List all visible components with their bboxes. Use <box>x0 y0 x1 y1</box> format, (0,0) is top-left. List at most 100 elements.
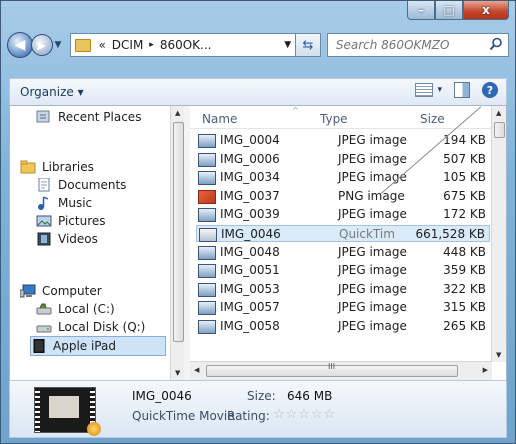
cell-name: IMG_0051 <box>220 263 280 278</box>
minimize-button[interactable]: – <box>407 1 435 20</box>
drive-q-icon <box>36 325 52 333</box>
help-button[interactable]: ? <box>482 82 498 98</box>
forward-button[interactable]: ▶ <box>30 34 53 56</box>
nav-label: Local Disk (Q:) <box>58 320 146 334</box>
breadcrumb-current[interactable]: 860OK... <box>160 38 212 52</box>
cell-type: JPEG image <box>338 244 407 259</box>
scroll-down-arrow[interactable]: ▼ <box>175 369 180 377</box>
cell-type: JPEG image <box>338 319 407 333</box>
nav-scrollbar[interactable]: ▲ ▼ <box>170 106 184 380</box>
nav-pictures[interactable]: Pictures <box>36 212 106 230</box>
cell-type: QuickTim <box>339 227 395 241</box>
nav-label: Music <box>58 196 93 210</box>
cell-type: JPEG image <box>338 263 407 278</box>
scroll-left-arrow[interactable]: ◀ <box>194 366 199 374</box>
search-box[interactable] <box>326 33 509 57</box>
cell-name: IMG_0006 <box>220 151 280 166</box>
table-row[interactable]: IMG_0037 PNG image 675 KB <box>196 188 490 205</box>
list-scroll-thumb[interactable] <box>494 122 505 138</box>
details-rating-label: Rating: <box>227 409 270 423</box>
nav-label: Apple iPad <box>53 339 116 353</box>
cell-type: JPEG image <box>338 133 407 147</box>
rating-stars[interactable]: ☆☆☆☆☆ <box>273 407 336 422</box>
address-bar[interactable]: « DCIM ▸ 860OK... ▼ <box>70 33 297 57</box>
music-icon <box>38 196 49 210</box>
table-row[interactable]: IMG_0051 JPEG image 359 KB <box>196 262 490 279</box>
nav-apple-ipad[interactable]: Apple iPad <box>30 336 166 356</box>
organize-button[interactable]: Organize ▾ <box>20 85 84 99</box>
search-input[interactable] <box>333 37 488 53</box>
cell-size: 507 KB <box>443 151 486 166</box>
table-row[interactable]: IMG_0053 JPEG image 322 KB <box>196 281 490 298</box>
recent-pages-dropdown[interactable]: ▼ <box>55 40 65 50</box>
list-vertical-scrollbar[interactable]: ▲ ▼ <box>491 106 506 362</box>
navigation-pane: Recent Places Libraries Documents Music … <box>10 106 184 380</box>
cell-size: 661,528 KB <box>415 227 485 241</box>
command-bar: Organize ▾ ▾ ? <box>9 78 507 106</box>
table-row[interactable]: IMG_0039 JPEG image 172 KB <box>196 206 490 223</box>
breadcrumb-dcim[interactable]: DCIM <box>112 38 144 52</box>
table-row[interactable]: IMG_0057 JPEG image 315 KB <box>196 299 490 316</box>
details-size-label: Size: <box>247 389 276 403</box>
pictures-icon <box>36 215 52 227</box>
nav-videos[interactable]: Videos <box>36 230 98 248</box>
content-area: Recent Places Libraries Documents Music … <box>9 105 507 381</box>
cell-name: IMG_0034 <box>220 170 280 185</box>
scroll-right-arrow[interactable]: ▶ <box>483 366 488 374</box>
cell-size: 448 KB <box>443 244 486 259</box>
column-type[interactable]: Type <box>320 112 348 126</box>
change-view-button[interactable]: ▾ <box>415 83 442 97</box>
image-file-icon <box>198 152 216 167</box>
nav-libraries[interactable]: Libraries <box>20 158 94 176</box>
movie-file-icon <box>199 228 217 242</box>
nav-recent-places[interactable]: Recent Places <box>36 108 141 126</box>
nav-label: Recent Places <box>58 110 142 124</box>
back-button[interactable]: ◀ <box>7 32 33 58</box>
list-horizontal-scrollbar[interactable]: ◀ III ▶ <box>190 361 492 380</box>
scroll-up-arrow[interactable]: ▲ <box>496 109 501 117</box>
column-name[interactable]: Name <box>202 112 237 126</box>
cell-size: 315 KB <box>443 300 486 315</box>
scroll-down-arrow[interactable]: ▼ <box>496 351 501 359</box>
maximize-button[interactable]: □ <box>435 1 463 20</box>
image-file-icon <box>198 208 216 223</box>
drive-c-icon <box>36 303 52 315</box>
address-dropdown[interactable]: ▼ <box>284 40 291 50</box>
file-list: Name ^ Type Size IMG_0004 JPEG image 194 K… <box>190 106 506 380</box>
breadcrumb-overflow[interactable]: « <box>98 38 105 52</box>
table-row[interactable]: IMG_0004 JPEG image 194 KB <box>196 132 490 149</box>
nav-label: Videos <box>58 232 98 246</box>
breadcrumb-separator[interactable]: ▸ <box>149 40 154 50</box>
column-size[interactable]: Size <box>420 112 445 126</box>
scroll-up-arrow[interactable]: ▲ <box>175 109 180 117</box>
nav-local-disk-q[interactable]: Local Disk (Q:) <box>36 318 145 336</box>
view-dropdown-arrow: ▾ <box>437 85 442 95</box>
nav-music[interactable]: Music <box>36 194 92 212</box>
table-row[interactable]: IMG_0058 JPEG image 265 KB <box>196 318 490 335</box>
close-button[interactable]: x <box>463 1 509 20</box>
column-headers: Name ^ Type Size <box>190 106 492 129</box>
cell-name: IMG_0053 <box>220 281 280 296</box>
table-row[interactable]: IMG_0046 QuickTim 661,528 KB <box>196 225 490 242</box>
caption-buttons: – □ x <box>407 1 509 23</box>
search-icon[interactable] <box>489 37 503 51</box>
quicktime-badge-icon <box>87 422 101 436</box>
image-file-icon <box>198 171 216 186</box>
nav-scroll-thumb[interactable] <box>173 122 184 342</box>
nav-documents[interactable]: Documents <box>36 176 126 194</box>
table-row[interactable]: IMG_0034 JPEG image 105 KB <box>196 169 490 186</box>
computer-icon <box>20 284 36 298</box>
image-file-icon <box>198 282 216 297</box>
preview-pane-button[interactable] <box>454 82 470 98</box>
table-row[interactable]: IMG_0006 JPEG image 507 KB <box>196 151 490 168</box>
image-file-icon <box>198 301 216 316</box>
nav-label: Documents <box>58 178 127 192</box>
details-file-type: QuickTime Movie <box>132 409 235 423</box>
nav-local-c[interactable]: Local (C:) <box>36 300 115 318</box>
table-row[interactable]: IMG_0048 JPEG image 448 KB <box>196 244 490 261</box>
refresh-button[interactable]: ⇆ <box>296 33 321 57</box>
nav-label: Pictures <box>58 214 106 228</box>
cell-name: IMG_0058 <box>220 319 280 333</box>
nav-computer[interactable]: Computer <box>20 282 102 300</box>
cell-size: 105 KB <box>443 170 486 185</box>
